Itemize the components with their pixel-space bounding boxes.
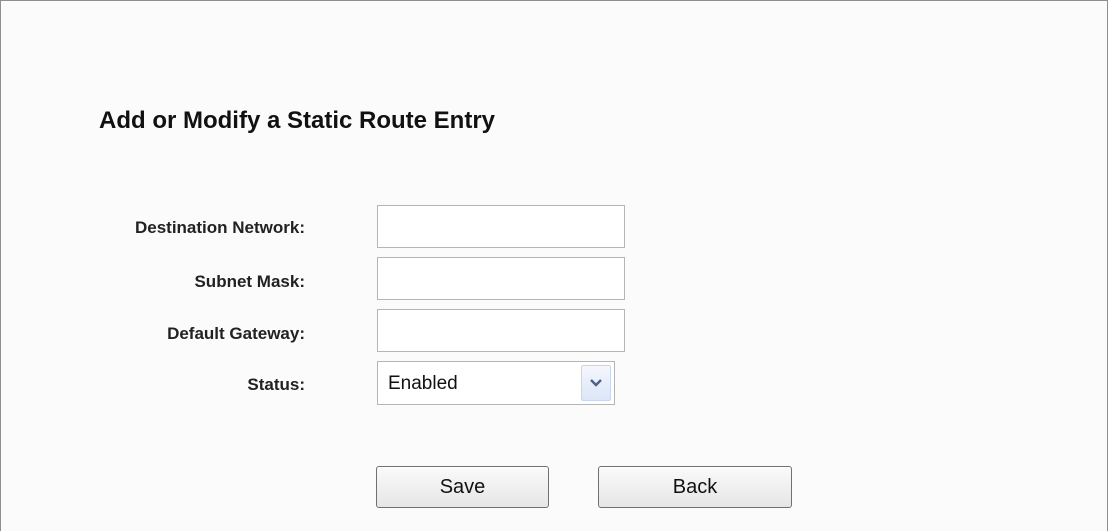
back-button[interactable]: Back xyxy=(598,466,792,508)
destination-network-label: Destination Network: xyxy=(134,218,305,237)
subnet-mask-input[interactable] xyxy=(377,257,625,300)
save-button[interactable]: Save xyxy=(376,466,549,508)
default-gateway-label: Default Gateway: xyxy=(167,324,305,343)
status-label: Status: xyxy=(247,375,305,394)
destination-network-input[interactable] xyxy=(377,205,625,248)
dropdown-arrow-button[interactable] xyxy=(581,365,611,401)
status-selected-value: Enabled xyxy=(388,373,458,394)
status-select[interactable]: Enabled xyxy=(377,361,615,405)
content-frame: Add or Modify a Static Route Entry Desti… xyxy=(0,0,1108,531)
page-title: Add or Modify a Static Route Entry xyxy=(99,107,496,134)
default-gateway-input[interactable] xyxy=(377,309,625,352)
subnet-mask-label: Subnet Mask: xyxy=(194,272,305,291)
chevron-down-icon xyxy=(590,379,602,387)
